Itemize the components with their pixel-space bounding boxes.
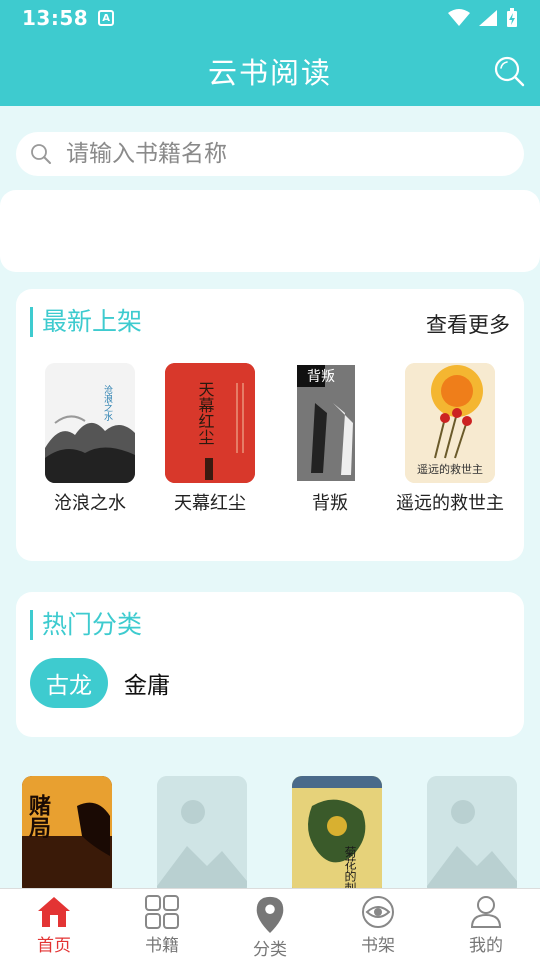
book-cover-text: 背叛 — [307, 369, 335, 385]
wifi-icon — [448, 9, 470, 26]
person-icon — [470, 896, 502, 928]
battery-icon — [507, 8, 517, 27]
search-bar[interactable] — [16, 132, 524, 176]
signal-icon — [479, 10, 497, 26]
home-icon — [38, 897, 70, 927]
book-cover-art: 遥远的救世主 — [405, 363, 495, 483]
book-item[interactable]: 沧浪之水 沧浪之水 — [30, 363, 150, 515]
search-icon[interactable] — [492, 54, 526, 88]
book-cover-text: 天幕红尘 — [196, 381, 215, 445]
tab-label: 书籍 — [145, 936, 179, 956]
status-time: 13:58 — [22, 6, 89, 30]
book-cover-art: 天幕红尘 — [165, 363, 255, 483]
hot-section-title: 热门分类 — [30, 610, 142, 640]
book-title: 沧浪之水 — [54, 493, 126, 514]
tab-label: 首页 — [37, 936, 71, 956]
latest-book-list: 沧浪之水 沧浪之水 天幕红尘 天幕红尘 背叛 背叛 遥远的救世主 遥远的救世主 — [16, 363, 524, 515]
book-cover: 天幕红尘 — [165, 363, 255, 483]
book-cover-art: 沧浪之水 — [45, 363, 135, 483]
book-item[interactable]: 天幕红尘 天幕红尘 — [150, 363, 270, 515]
book-item[interactable]: 遥远的救世主 遥远的救世主 — [390, 363, 510, 515]
search-input[interactable] — [66, 141, 486, 167]
latest-section-title: 最新上架 — [30, 307, 142, 337]
tab-label: 分类 — [253, 940, 287, 960]
book-cover: 背叛 — [285, 363, 375, 483]
book-cover: 遥远的救世主 — [405, 363, 495, 483]
status-icons — [448, 8, 518, 28]
tab-category[interactable]: 分类 — [216, 889, 324, 960]
banner[interactable] — [0, 190, 540, 272]
app-title: 云书阅读 — [207, 56, 332, 90]
book-cover-text: 赌局 — [25, 794, 51, 838]
book-cover-text: 遥远的救世主 — [417, 462, 483, 476]
grid-book-cover[interactable]: 菊花的刺 — [292, 776, 382, 888]
notification-a-icon: A — [98, 10, 115, 26]
book-cover-text: 菊花的刺 — [343, 846, 357, 888]
image-placeholder-icon — [157, 776, 247, 888]
category-tag-jinyong[interactable]: 金庸 — [108, 658, 186, 708]
grid-book-cover-placeholder[interactable] — [157, 776, 247, 888]
image-placeholder-icon — [427, 776, 517, 888]
grid-icon — [145, 895, 179, 929]
book-title: 背叛 — [312, 493, 348, 514]
book-cover: 沧浪之水 — [45, 363, 135, 483]
tab-books[interactable]: 书籍 — [108, 889, 216, 960]
book-cover-art: 赌局 — [22, 776, 112, 888]
location-pin-icon — [256, 896, 284, 933]
tab-label: 书架 — [361, 936, 395, 956]
book-title: 遥远的救世主 — [396, 493, 504, 514]
category-tags: 古龙 金庸 — [30, 658, 186, 708]
tab-home[interactable]: 首页 — [0, 889, 108, 960]
book-title: 天幕红尘 — [174, 493, 246, 514]
book-grid: 赌局 菊花的刺 — [0, 776, 540, 888]
grid-book-cover-placeholder[interactable] — [427, 776, 517, 888]
app-bar: 云书阅读 — [0, 36, 540, 106]
book-cover-art: 菊花的刺 — [292, 776, 382, 888]
hot-categories-section: 热门分类 古龙 金庸 — [16, 592, 524, 737]
search-icon — [31, 144, 51, 164]
status-bar: 13:58 A — [0, 0, 540, 36]
tab-label: 我的 — [469, 936, 503, 956]
bottom-tab-bar: 首页 书籍 分类 书架 我的 — [0, 888, 540, 960]
latest-section: 最新上架 查看更多 沧浪之水 沧浪之水 天幕红尘 天幕红尘 背叛 背叛 遥远的救… — [16, 289, 524, 561]
category-tag-gulong[interactable]: 古龙 — [30, 658, 108, 708]
tab-bookshelf[interactable]: 书架 — [324, 889, 432, 960]
book-cover-art: 背叛 — [285, 363, 375, 483]
grid-book-cover[interactable]: 赌局 — [22, 776, 112, 888]
view-more-link[interactable]: 查看更多 — [426, 309, 510, 339]
tab-mine[interactable]: 我的 — [432, 889, 540, 960]
book-item[interactable]: 背叛 背叛 — [270, 363, 390, 515]
eye-icon — [362, 896, 394, 928]
book-cover-text: 沧浪之水 — [102, 384, 113, 421]
